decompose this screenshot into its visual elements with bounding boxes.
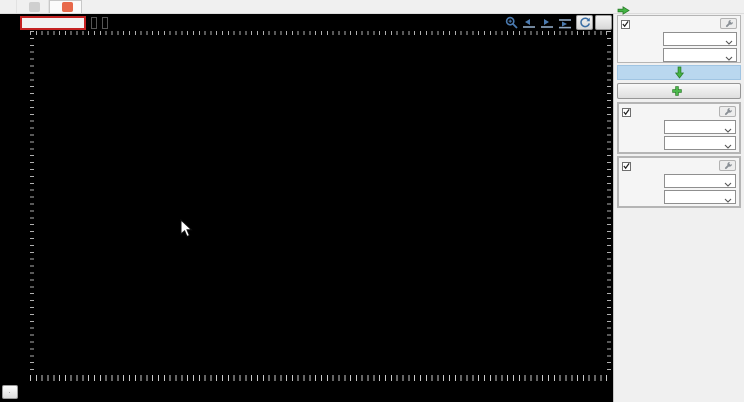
bottom-tick-ruler [30,375,612,381]
channel1-group [617,102,741,154]
tab-bar [0,0,744,14]
history-button[interactable] [576,15,593,30]
channel2-checkbox[interactable] [622,161,631,171]
channel2-group [617,156,741,208]
collapse-panel-arrow-icon[interactable] [617,2,630,20]
plot-toolbar [0,14,613,31]
time-options-button[interactable] [720,18,737,29]
channel1-options-button[interactable] [719,106,736,117]
arrow-down-icon [674,66,684,79]
position-select[interactable] [663,32,737,46]
close-icon[interactable] [62,2,73,12]
channel2-options-button[interactable] [719,160,736,171]
waveform-plot[interactable] [30,31,612,375]
tab-buffers[interactable] [0,0,17,13]
channel2-offset-select[interactable] [664,174,736,188]
zoom-icon[interactable] [505,16,518,29]
tab-capture-active[interactable] [49,0,82,13]
expand-drop-zone[interactable] [617,65,741,80]
status-badge [20,15,86,30]
chevron-down-icon [724,195,732,206]
channel1-badge[interactable] [91,16,97,29]
channel2-range-select[interactable] [664,190,736,204]
channel2-badge[interactable] [102,16,108,29]
time-checkbox[interactable] [621,19,630,29]
plus-icon [672,86,682,96]
chevron-down-icon [725,53,733,64]
zoom-fit-y-icon[interactable] [540,17,554,29]
zoom-fit-x-icon[interactable] [522,17,536,29]
scope-display [0,14,613,402]
waveforms-scope-window [0,0,744,402]
channel1-checkbox[interactable] [622,107,631,117]
chevron-down-icon [724,125,732,136]
x-axis-button[interactable] [2,385,18,399]
base-select[interactable] [663,48,737,62]
settings-sidebar [613,14,744,402]
time-group [617,15,741,63]
mouse-cursor [180,218,193,243]
channel1-offset-select[interactable] [664,120,736,134]
tab-capture-fault[interactable] [17,0,49,13]
y-axis-button[interactable] [595,15,612,30]
add-channel-button[interactable] [617,83,741,99]
chevron-down-icon [724,179,732,190]
chevron-down-icon [725,37,733,48]
chevron-down-icon [9,391,15,393]
zoom-fit-all-icon[interactable] [558,17,572,29]
channel1-range-select[interactable] [664,136,736,150]
close-icon[interactable] [29,1,40,12]
chevron-down-icon [724,141,732,152]
